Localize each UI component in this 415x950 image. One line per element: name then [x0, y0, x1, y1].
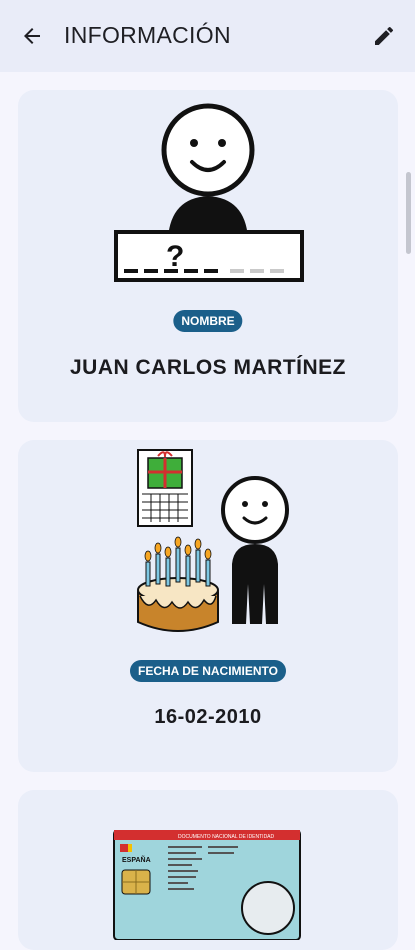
id-card-title: DOCUMENTO NACIONAL DE IDENTIDAD	[178, 834, 275, 840]
birthdate-card: FECHA DE NACIMIENTO 16-02-2010	[18, 440, 398, 772]
edit-button[interactable]	[366, 18, 402, 54]
page-title: INFORMACIÓN	[64, 22, 231, 48]
svg-text:?: ?	[166, 240, 184, 273]
name-card: ? NOMBRE JUAN CARLOS MARTÍNEZ	[18, 90, 398, 422]
name-badge: NOMBRE	[173, 310, 243, 332]
scrollbar-thumb[interactable]	[406, 172, 411, 254]
birthday-pictogram	[137, 449, 289, 632]
birthdate-badge: FECHA DE NACIMIENTO	[129, 660, 287, 682]
id-card: DOCUMENTO NACIONAL DE IDENTIDAD ESPAÑA	[18, 790, 398, 950]
arrow-left-icon	[24, 28, 40, 44]
pencil-icon	[375, 26, 394, 45]
person-name-pictogram: ?	[114, 103, 304, 282]
id-card-pictogram: DOCUMENTO NACIONAL DE IDENTIDAD ESPAÑA	[113, 830, 301, 940]
birthdate-value: 16-02-2010	[154, 706, 262, 728]
name-value: JUAN CARLOS MARTÍNEZ	[70, 356, 346, 379]
scrollbar[interactable]	[405, 72, 415, 900]
back-button[interactable]	[14, 18, 50, 54]
id-card-country: ESPAÑA	[122, 855, 151, 864]
top-app-bar: INFORMACIÓN	[0, 0, 415, 72]
